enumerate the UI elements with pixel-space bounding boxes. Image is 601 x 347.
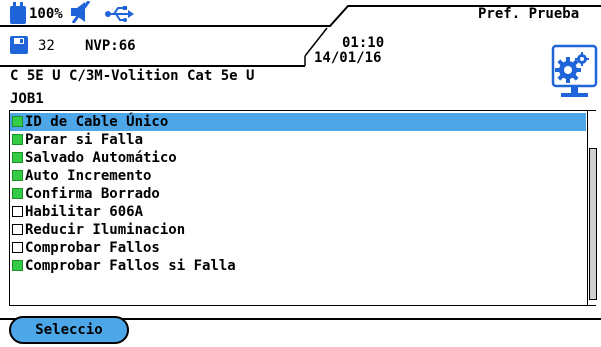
setting-row-reduce-lighting[interactable]: Reducir Iluminacion <box>10 221 586 239</box>
setting-label: Parar si Falla <box>25 132 144 148</box>
clock-date: 14/01/16 <box>314 50 382 66</box>
job-name: JOB1 <box>10 91 44 107</box>
checkbox[interactable] <box>12 188 23 199</box>
setting-label: Auto Incremento <box>25 168 152 184</box>
setting-row-confirm-delete[interactable]: Confirma Borrado <box>10 185 586 203</box>
setting-label: Confirma Borrado <box>25 186 160 202</box>
screen-title: Pref. Prueba <box>478 6 580 22</box>
scrollbar-thumb[interactable] <box>589 148 597 300</box>
setting-label: Reducir Iluminacion <box>25 222 186 238</box>
select-button[interactable]: Seleccio <box>9 316 129 344</box>
status-bar: 100% 32 NVP:66 01:10 14/01/16 Pref. Prue… <box>0 0 601 70</box>
setting-label: Comprobar Fallos <box>25 240 160 256</box>
setting-label: Comprobar Fallos si Falla <box>25 258 236 274</box>
cable-type: C 5E U C/3M-Volition Cat 5e U <box>10 68 255 84</box>
checkbox[interactable] <box>12 116 23 127</box>
setting-row-check-faults-on-fail[interactable]: Comprobar Fallos si Falla <box>10 257 586 275</box>
clock-time: 01:10 <box>342 35 385 51</box>
settings-list: ID de Cable Único Parar si Falla Salvado… <box>9 110 596 306</box>
checkbox[interactable] <box>12 260 23 271</box>
setting-row-check-faults[interactable]: Comprobar Fallos <box>10 239 586 257</box>
checkbox[interactable] <box>12 224 23 235</box>
setting-row-stop-on-fail[interactable]: Parar si Falla <box>10 131 586 149</box>
setting-row-auto-increment[interactable]: Auto Incremento <box>10 167 586 185</box>
settings-gear-monitor-icon[interactable] <box>551 44 598 106</box>
checkbox[interactable] <box>12 152 23 163</box>
checkbox[interactable] <box>12 242 23 253</box>
checkbox[interactable] <box>12 170 23 181</box>
setting-label: ID de Cable Único <box>25 114 169 130</box>
setting-row-auto-save[interactable]: Salvado Automático <box>10 149 586 167</box>
setting-row-enable-606a[interactable]: Habilitar 606A <box>10 203 586 221</box>
checkbox[interactable] <box>12 206 23 217</box>
setting-label: Salvado Automático <box>25 150 177 166</box>
setting-row-unique-cable-id[interactable]: ID de Cable Único <box>10 113 586 131</box>
checkbox[interactable] <box>12 134 23 145</box>
setting-label: Habilitar 606A <box>25 204 144 220</box>
